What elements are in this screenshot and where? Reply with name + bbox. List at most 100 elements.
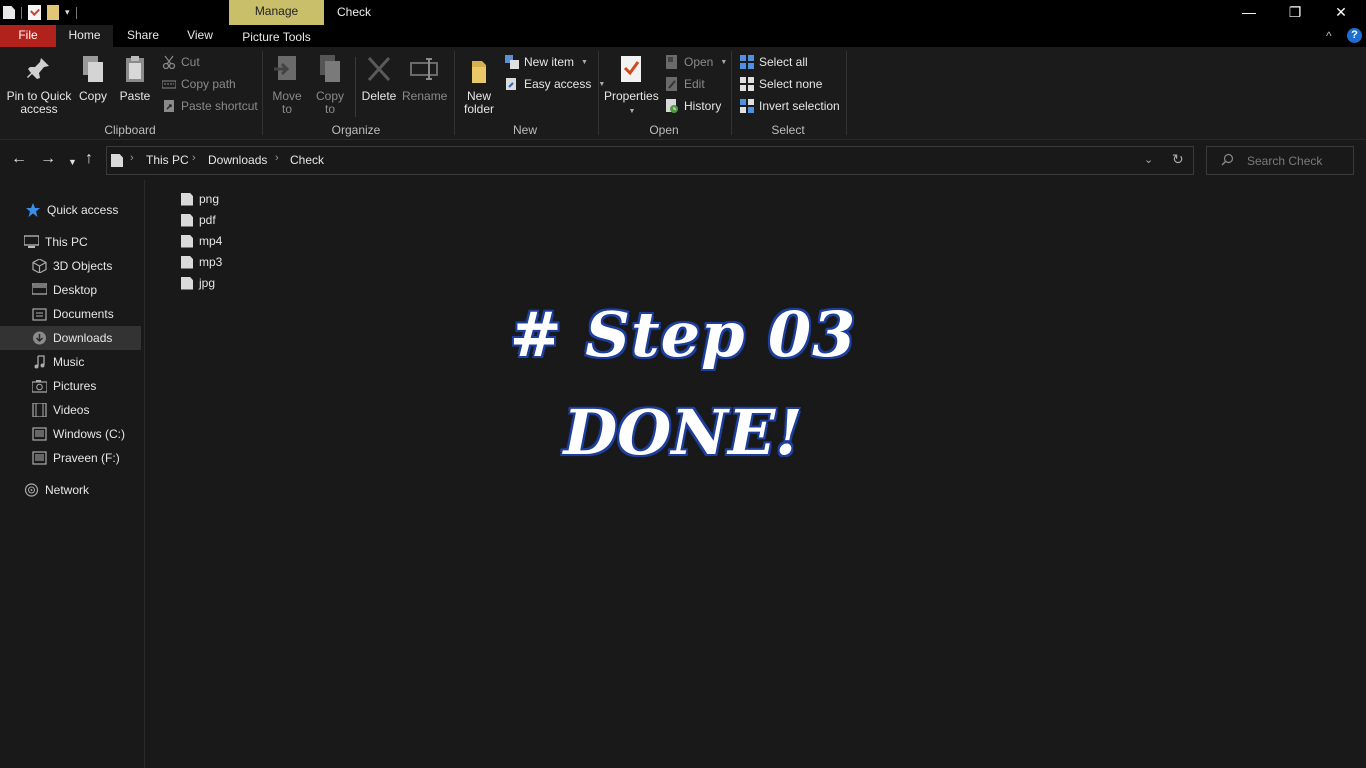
list-item[interactable]: mp3 [178, 252, 298, 272]
sidebar-item-label: This PC [45, 235, 88, 249]
camera-icon [31, 379, 48, 393]
back-arrow-icon[interactable]: ← [11, 150, 27, 168]
copy-to-icon [315, 53, 345, 85]
history-button[interactable]: History [665, 97, 721, 115]
new-folder-button[interactable]: New folder [460, 53, 498, 116]
breadcrumb-chevron-icon[interactable]: › [275, 152, 279, 164]
copy-to-button[interactable]: Copy to [313, 53, 347, 116]
pin-to-quick-access-button[interactable]: Pin to Quick access [6, 53, 72, 116]
file-icon [181, 192, 193, 206]
copy-button[interactable]: Copy [76, 53, 110, 103]
sidebar-item-label: 3D Objects [53, 259, 113, 273]
up-arrow-icon[interactable]: ↑ [85, 150, 93, 168]
pin-icon [24, 53, 54, 85]
file-name: jpg [199, 276, 216, 290]
cut-button[interactable]: Cut [162, 53, 200, 71]
rename-button[interactable]: Rename [402, 53, 447, 103]
address-bar[interactable]: › This PC › Downloads › Check ⌄ ↻ [106, 146, 1194, 175]
list-item[interactable]: png [178, 189, 298, 209]
tab-home[interactable]: Home [56, 25, 113, 47]
tab-file[interactable]: File [0, 25, 56, 47]
open-icon [665, 55, 679, 69]
sidebar-item-label: Desktop [53, 283, 98, 297]
move-to-label: Move to [272, 89, 302, 116]
move-to-button[interactable]: Move to [270, 53, 304, 116]
copy-path-button[interactable]: Copy path [161, 75, 236, 93]
tab-picture-tools[interactable]: Picture Tools [229, 25, 324, 47]
sidebar-item-this-pc[interactable]: This PC [0, 230, 141, 254]
search-input[interactable]: Search Check [1247, 154, 1322, 168]
new-item-icon [505, 55, 519, 69]
paste-shortcut-button[interactable]: Paste shortcut [162, 97, 258, 115]
list-item[interactable]: pdf [178, 210, 298, 230]
help-icon[interactable]: ? [1347, 28, 1362, 43]
sidebar-item-network[interactable]: Network [0, 478, 141, 502]
new-item-button[interactable]: New item ▼ [505, 53, 588, 71]
properties-button[interactable]: Properties ▼ [604, 53, 659, 118]
paste-button[interactable]: Paste [118, 53, 152, 103]
breadcrumb-downloads[interactable]: Downloads [208, 153, 267, 167]
tab-manage[interactable]: Manage [229, 0, 324, 25]
copy-to-label: Copy to [315, 89, 344, 116]
minimize-button[interactable]: — [1226, 0, 1272, 25]
forward-arrow-icon[interactable]: → [40, 150, 56, 168]
open-button[interactable]: Open ▼ [665, 53, 727, 71]
recent-locations-chevron-icon[interactable]: ▼ [68, 153, 77, 171]
paste-label: Paste [119, 89, 151, 103]
open-label: Open [684, 55, 714, 69]
navigation-pane: Quick access This PC 3D Objects Desktop … [0, 180, 145, 768]
title-bar: ▾ Manage Check — ❐ ✕ [0, 0, 1366, 25]
delete-button[interactable]: Delete [361, 53, 397, 103]
easy-access-button[interactable]: Easy access ▼ [505, 75, 605, 93]
sidebar-item-label: Pictures [53, 379, 97, 393]
pin-label: Pin to Quick access [6, 89, 72, 116]
history-icon [665, 99, 679, 113]
select-group-label: Select [771, 123, 805, 137]
network-icon [24, 483, 39, 497]
shortcut-icon [162, 99, 176, 113]
file-icon [181, 255, 193, 269]
select-none-button[interactable]: Select none [740, 75, 822, 93]
invert-selection-button[interactable]: Invert selection [740, 97, 840, 115]
star-icon [26, 203, 41, 217]
sidebar-item-3d-objects[interactable]: 3D Objects [0, 254, 141, 278]
chevron-down-icon[interactable]: ▾ [65, 7, 70, 18]
list-item[interactable]: mp4 [178, 231, 298, 251]
close-button[interactable]: ✕ [1318, 0, 1364, 25]
select-all-icon [740, 55, 754, 69]
file-icon [181, 276, 193, 290]
group-divider [731, 51, 732, 135]
select-none-label: Select none [759, 77, 823, 91]
tab-share[interactable]: Share [120, 25, 166, 47]
easy-access-icon [505, 77, 519, 91]
collapse-ribbon-icon[interactable]: ^ [1326, 25, 1332, 47]
sidebar-item-quick-access[interactable]: Quick access [0, 198, 141, 222]
properties-icon[interactable] [28, 5, 41, 20]
scissors-icon [162, 55, 176, 70]
breadcrumb-check[interactable]: Check [290, 153, 324, 167]
new-folder-icon [464, 53, 494, 85]
breadcrumb-chevron-icon[interactable]: › [130, 152, 134, 164]
sidebar-item-pictures[interactable]: Pictures [0, 374, 141, 398]
invert-selection-icon [740, 99, 754, 113]
tab-view[interactable]: View [178, 25, 222, 47]
folder-location-icon [111, 154, 123, 167]
search-box[interactable]: Search Check [1206, 146, 1354, 175]
list-item[interactable]: jpg [178, 273, 298, 293]
document-icon[interactable] [3, 6, 15, 19]
divider [355, 57, 356, 117]
edit-button[interactable]: Edit [665, 75, 705, 93]
breadcrumb-this-pc[interactable]: This PC [146, 153, 189, 167]
file-icon [181, 234, 193, 248]
restore-button[interactable]: ❐ [1272, 0, 1318, 25]
refresh-icon[interactable]: ↻ [1172, 151, 1184, 168]
breadcrumb-chevron-icon[interactable]: › [192, 152, 196, 164]
chevron-down-icon: ▼ [628, 108, 636, 115]
folder-icon[interactable] [47, 5, 59, 20]
address-dropdown-icon[interactable]: ⌄ [1144, 153, 1153, 166]
properties-label: Properties [604, 89, 659, 103]
step-caption: # Step 03 [509, 298, 857, 371]
select-all-button[interactable]: Select all [740, 53, 808, 71]
file-name: mp3 [199, 255, 223, 269]
paste-icon [120, 53, 150, 85]
